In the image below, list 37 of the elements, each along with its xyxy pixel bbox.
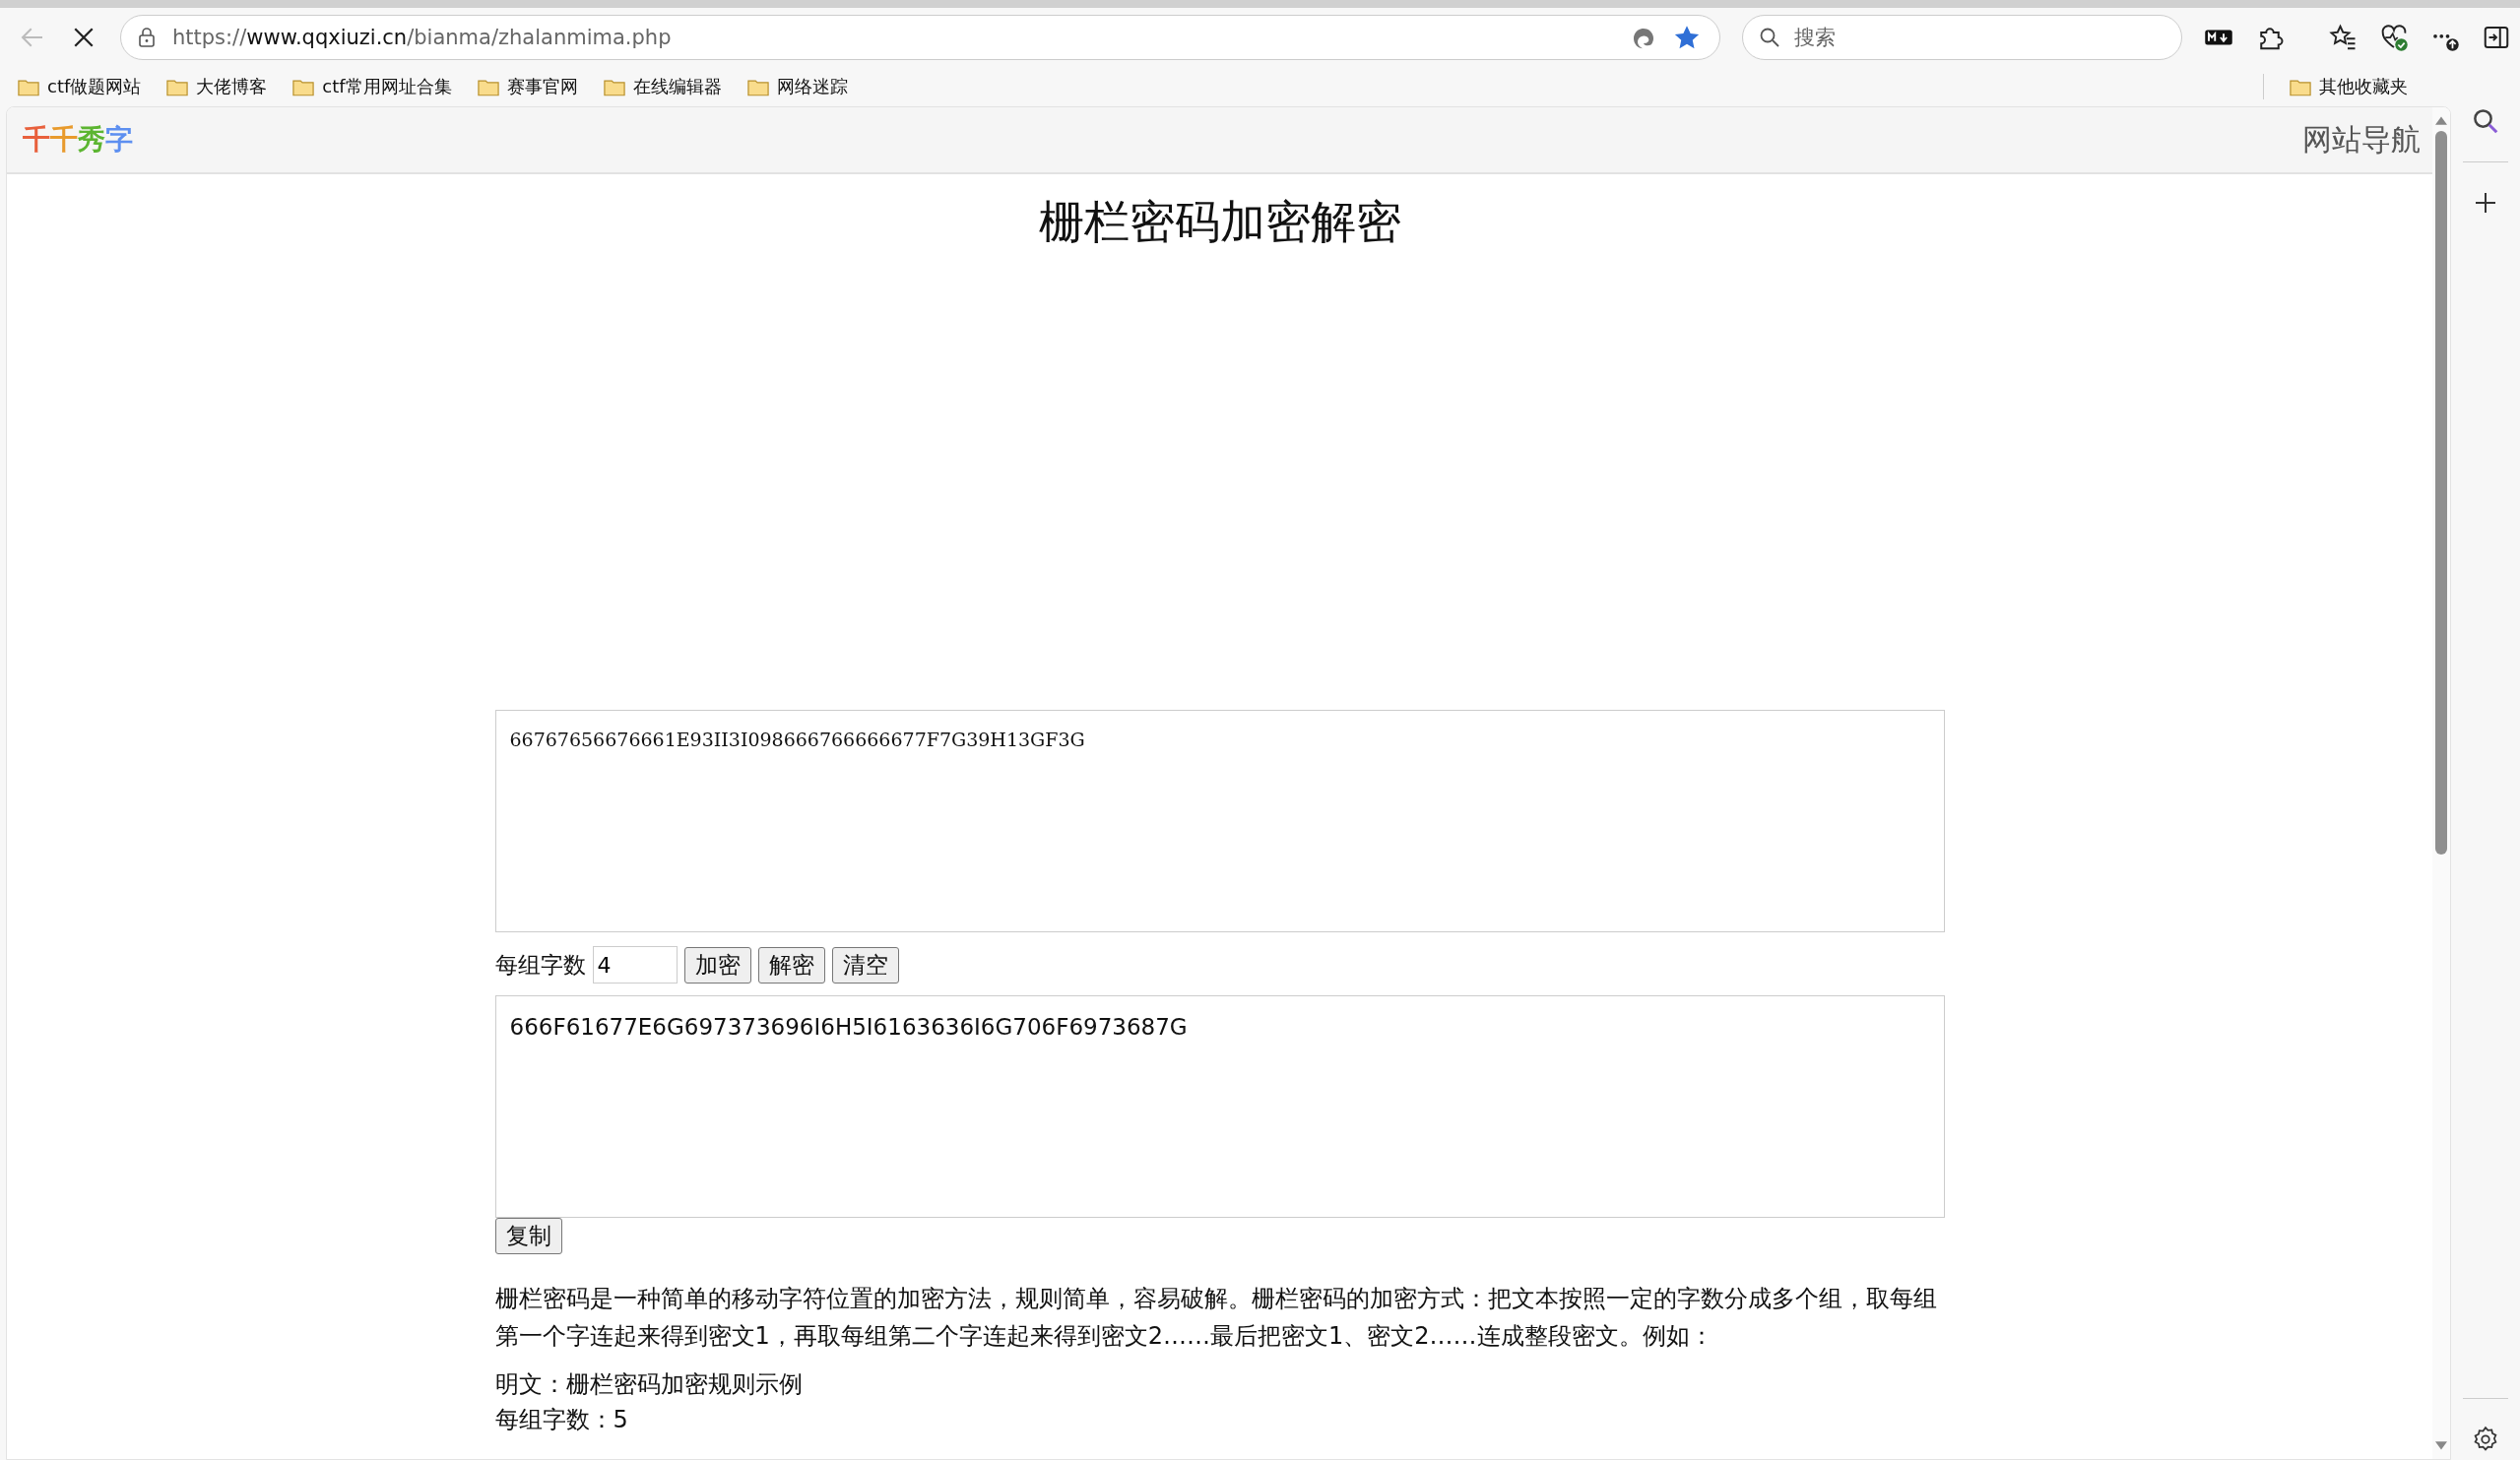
- example-line: 明文：栅栏密码加密规则示例: [494, 1369, 803, 1400]
- input-field[interactable]: 66767656676661E93II3I098666766666677F7G39H13GF3G: [494, 710, 1945, 932]
- bookmark-item[interactable]: 大佬博客: [166, 75, 268, 98]
- scroll-down-icon[interactable]: [2435, 1441, 2447, 1451]
- folder-icon: [603, 77, 625, 96]
- output-field[interactable]: 666F61677E6G697373696I6H5I6163636I6G706F6973687G: [494, 995, 1945, 1218]
- bookmark-item[interactable]: ctf常用网址合集: [292, 75, 452, 98]
- url-text: https://www.qqxiuzi.cn/bianma/zhalanmima.php: [172, 26, 673, 49]
- page-title: 栅栏密码加密解密: [1037, 194, 1402, 250]
- bookmark-item[interactable]: 其他收藏夹: [2290, 75, 2408, 98]
- heart-pulse-icon[interactable]: [2379, 23, 2409, 52]
- bookmark-item[interactable]: 赛事官网: [477, 75, 578, 98]
- folder-icon: [477, 77, 499, 96]
- example-line: 每组字数：5: [494, 1405, 628, 1435]
- description-text: 栅栏密码是一种简单的移动字符位置的加密方法，规则简单，容易破解。栅栏密码的加密方式：把文本按照一定的字数分成多个组，取每组第一个字连起来得到密文1，再取每组第二个字连起来得到密文2……最后把密文1、密文2……连成整段密文。例如：: [494, 1284, 1938, 1352]
- search-icon[interactable]: [2471, 106, 2500, 136]
- scroll-up-icon[interactable]: [2435, 115, 2447, 125]
- bookmark-item[interactable]: 在线编辑器: [603, 75, 722, 98]
- search-icon: [1758, 26, 1781, 49]
- search-field[interactable]: 搜索: [1742, 15, 2182, 60]
- folder-icon: [166, 77, 189, 96]
- bookmark-item[interactable]: 网络迷踪: [746, 75, 848, 98]
- copy-button[interactable]: 复制: [494, 1218, 562, 1254]
- action-button[interactable]: 加密: [683, 946, 751, 984]
- folder-icon: [18, 77, 39, 96]
- address-bar[interactable]: https://www.qqxiuzi.cn/bianma/zhalanmima.php: [120, 15, 1720, 60]
- folder-icon: [2290, 77, 2311, 96]
- action-button[interactable]: 解密: [757, 946, 825, 984]
- group-size-field[interactable]: 4: [592, 946, 678, 984]
- folder-icon: [746, 77, 769, 96]
- action-button[interactable]: 清空: [831, 946, 899, 984]
- favorites-icon[interactable]: [2328, 23, 2358, 52]
- bookmark-item[interactable]: ctf做题网站: [18, 75, 142, 98]
- scrollbar[interactable]: [2432, 107, 2450, 1459]
- site-nav-link[interactable]: 网站导航: [2302, 119, 2421, 160]
- group-size-label: 每组字数: [494, 950, 586, 980]
- folder-icon: [292, 77, 315, 96]
